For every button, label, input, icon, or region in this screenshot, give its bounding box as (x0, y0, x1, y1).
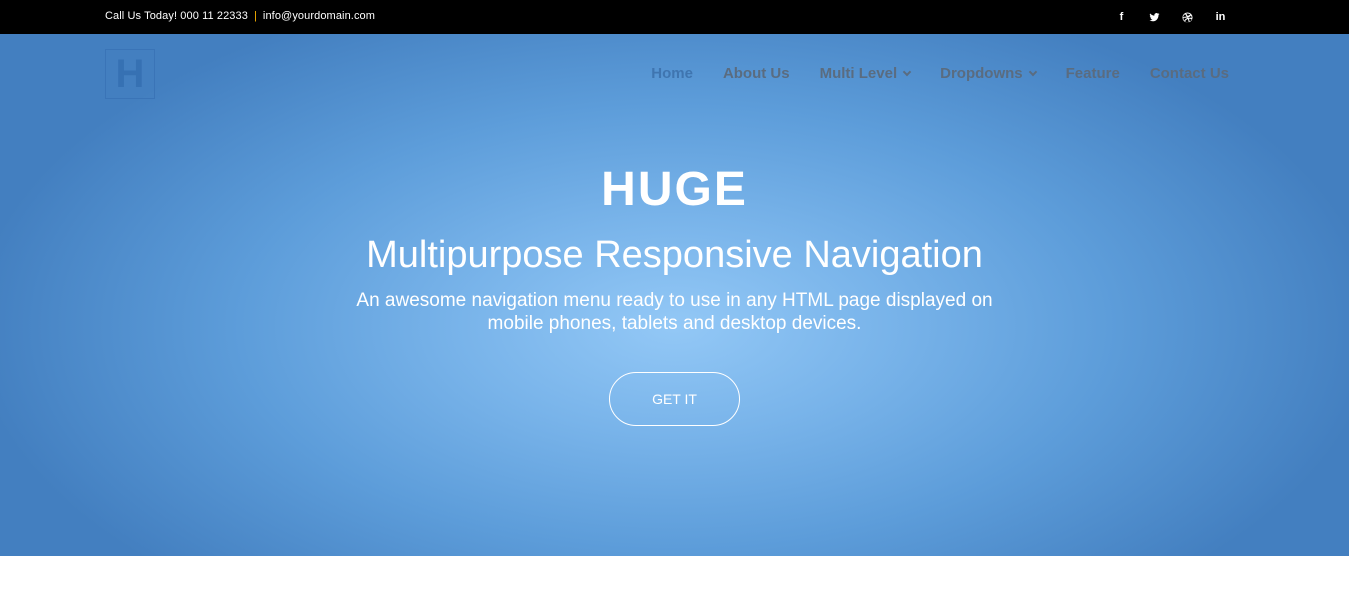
email-link[interactable]: info@yourdomain.com (263, 10, 375, 22)
top-bar: Call Us Today! 000 11 22333 | info@yourdom… (0, 0, 1349, 34)
linkedin-icon[interactable]: in (1204, 9, 1237, 25)
site-logo[interactable]: H (105, 49, 155, 99)
nav-item-contact-us[interactable]: Contact Us (1150, 65, 1229, 82)
hero-description-line1: An awesome navigation menu ready to use … (356, 290, 993, 311)
main-navigation: Home About Us Multi Level Dropdowns Feat… (621, 65, 1229, 82)
dribbble-icon[interactable] (1171, 9, 1204, 25)
chevron-down-icon (902, 67, 912, 76)
nav-item-home[interactable]: Home (651, 65, 693, 82)
hero-section: H Home About Us Multi Level Dropdowns Fe… (0, 34, 1349, 556)
nav-item-multi-level[interactable]: Multi Level (820, 65, 912, 82)
chevron-down-icon (1028, 67, 1037, 76)
nav-item-dropdowns[interactable]: Dropdowns (940, 65, 1037, 82)
contact-info: Call Us Today! 000 11 22333 | info@yourdom… (105, 10, 375, 22)
contact-separator: | (253, 10, 257, 22)
get-it-button[interactable]: GET IT (609, 372, 740, 426)
hero-description-line2: mobile phones, tablets and desktop devic… (487, 313, 862, 334)
hero-title: HUGE (601, 163, 748, 216)
logo-letter: H (115, 52, 145, 96)
hero-description: An awesome navigation menu ready to use … (324, 289, 1025, 335)
nav-item-feature[interactable]: Feature (1066, 65, 1120, 82)
facebook-icon[interactable]: f (1105, 9, 1138, 25)
hero-subtitle: Multipurpose Responsive Navigation (366, 234, 983, 276)
nav-item-about-us[interactable]: About Us (723, 65, 790, 82)
social-links: f in (1105, 9, 1237, 25)
phone-text: Call Us Today! 000 11 22333 (105, 10, 248, 22)
twitter-icon[interactable] (1138, 9, 1171, 25)
